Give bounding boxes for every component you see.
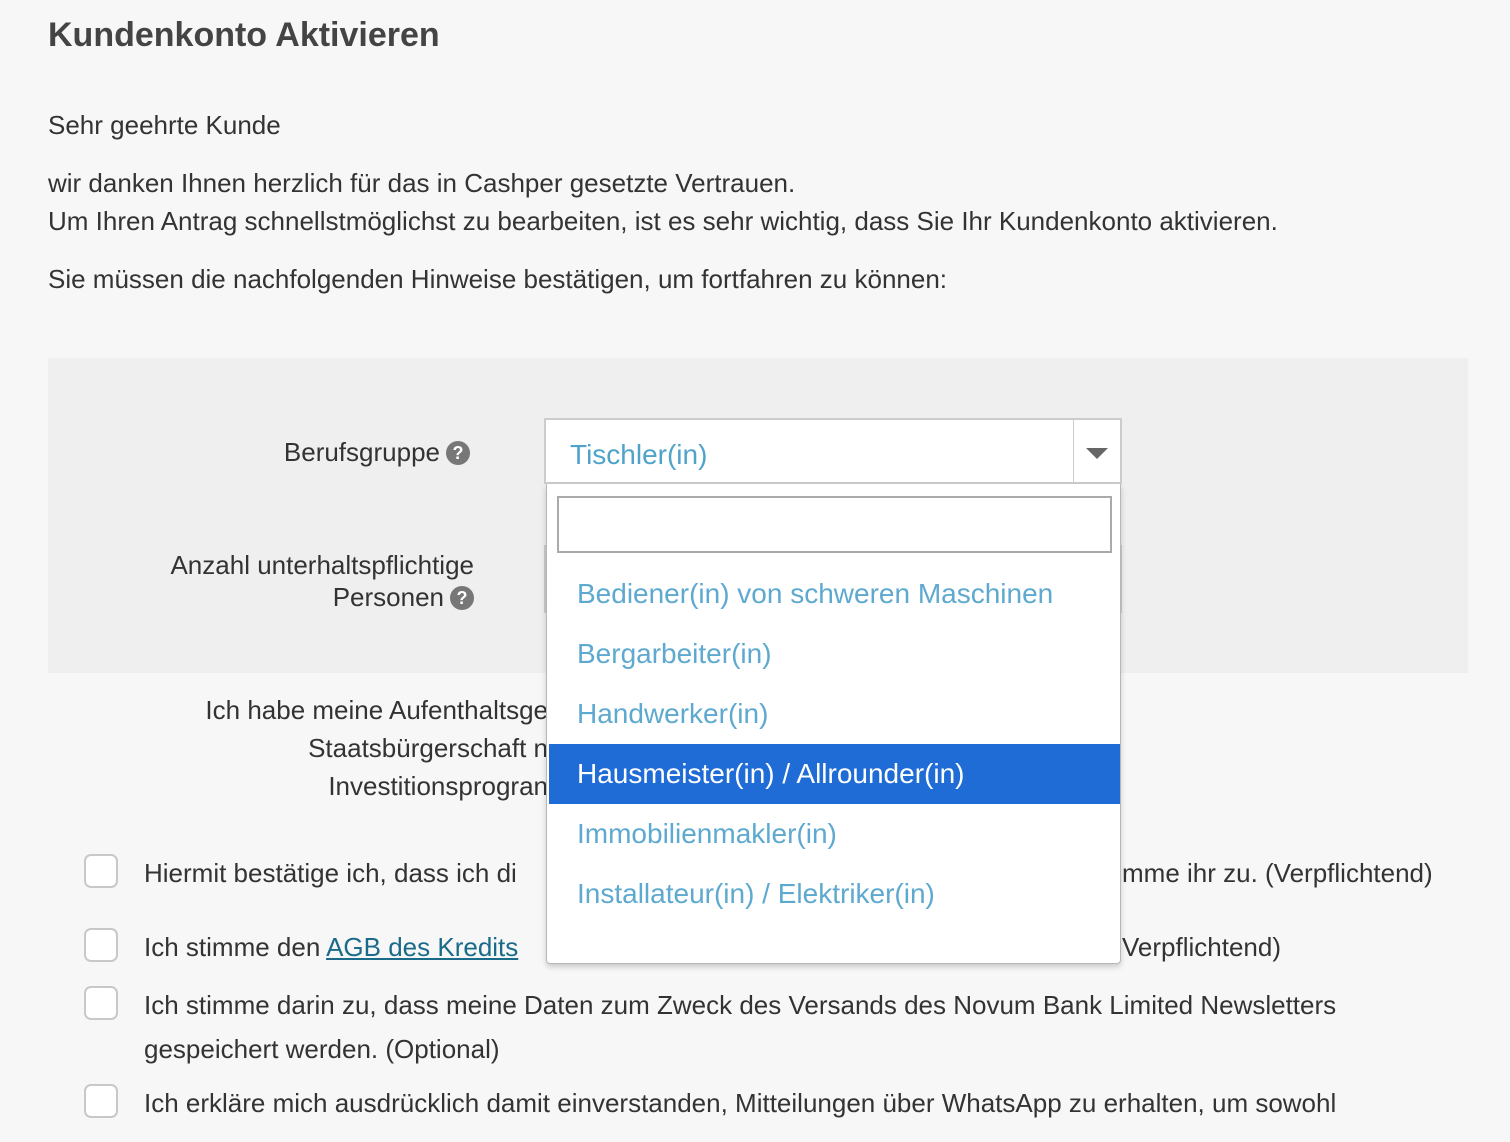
consent-checkbox-3[interactable] <box>84 986 118 1020</box>
residence-line-2: Staatsbürgerschaft n <box>308 733 548 763</box>
dropdown-option-selected[interactable]: Hausmeister(in) / Allrounder(in) <box>549 744 1120 804</box>
consent-checkbox-1[interactable] <box>84 854 118 888</box>
residence-line-1: Ich habe meine Aufenthaltsge <box>205 695 548 725</box>
agb-link[interactable]: AGB des Kredits <box>326 932 518 962</box>
consent-1-text: Hiermit bestätige ich, dass ich di <box>144 858 517 888</box>
intro-line-2: Um Ihren Antrag schnellstmöglichst zu be… <box>48 206 1278 236</box>
consent-2-text: Ich stimme den AGB des Kredits <box>144 932 518 963</box>
dependents-label-line1: Anzahl unterhaltspflichtige <box>170 550 474 580</box>
dependents-label-line2: Personen <box>332 582 444 612</box>
intro-line-1: wir danken Ihnen herzlich für das in Cas… <box>48 168 796 198</box>
residence-statement: Ich habe meine Aufenthaltsge Staatsbürge… <box>205 691 548 805</box>
chevron-down-icon <box>1086 448 1108 459</box>
dropdown-option[interactable]: Handwerker(in) <box>549 684 1120 744</box>
dropdown-option[interactable]: Bediener(in) von schweren Maschinen <box>549 564 1120 624</box>
instructions-text: Sie müssen die nachfolgenden Hinweise be… <box>48 264 948 294</box>
dependents-label: Anzahl unterhaltspflichtige Personen? <box>170 549 474 613</box>
page-title: Kundenkonto Aktivieren <box>48 16 440 54</box>
consent-4-line-1: Ich erkläre mich ausdrücklich damit einv… <box>144 1088 1337 1118</box>
dropdown-option[interactable]: Immobilienmakler(in) <box>549 804 1120 864</box>
dropdown-option[interactable]: Bergarbeiter(in) <box>549 624 1120 684</box>
dropdown-option[interactable]: Installateur(in) / Elektriker(in) <box>549 864 1120 924</box>
consent-1-text-end: mme ihr zu. (Verpflichtend) <box>1122 858 1433 888</box>
berufsgruppe-label-text: Berufsgruppe <box>283 437 440 467</box>
consent-2-text-end: Verpflichtend) <box>1122 932 1281 962</box>
berufsgruppe-selected-value: Tischler(in) <box>570 439 708 470</box>
berufsgruppe-label: Berufsgruppe? <box>284 437 470 468</box>
residence-line-3: Investitionsprogran <box>328 771 548 801</box>
consent-3-line-1: Ich stimme darin zu, dass meine Daten zu… <box>144 990 1337 1020</box>
help-icon[interactable]: ? <box>446 441 470 465</box>
help-icon[interactable]: ? <box>450 586 474 610</box>
consent-3-line-2: gespeichert werden. (Optional) <box>144 1034 500 1064</box>
select-toggle[interactable] <box>1073 420 1120 482</box>
berufsgruppe-dropdown: Bediener(in) von schweren Maschinen Berg… <box>546 484 1121 964</box>
berufsgruppe-select[interactable]: Tischler(in) <box>544 418 1122 484</box>
consent-checkbox-2[interactable] <box>84 928 118 962</box>
consent-checkbox-4[interactable] <box>84 1084 118 1118</box>
greeting-text: Sehr geehrte Kunde <box>48 110 281 140</box>
dropdown-search-input[interactable] <box>557 496 1112 553</box>
consent-2-prefix: Ich stimme den <box>144 932 327 962</box>
